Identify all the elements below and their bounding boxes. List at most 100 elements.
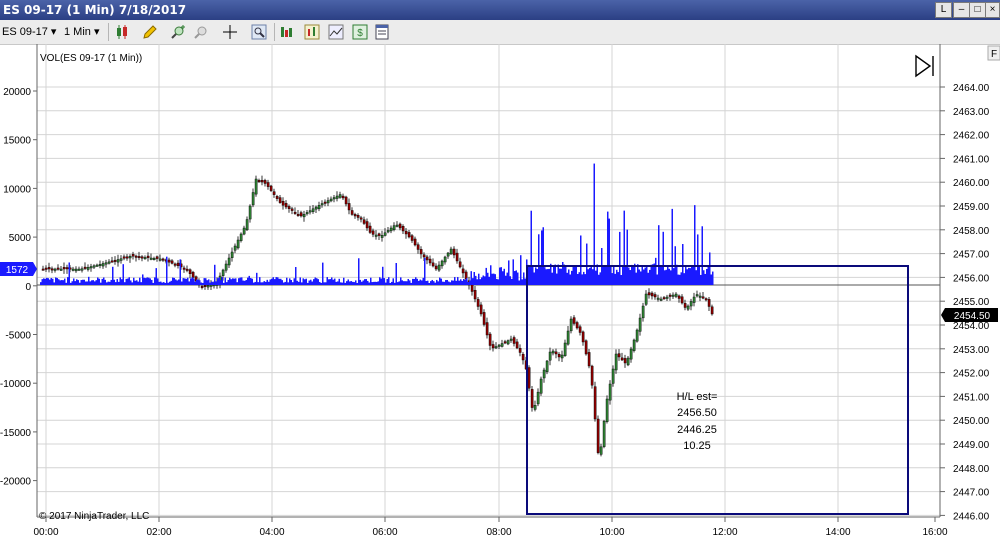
volume-bar xyxy=(403,281,405,285)
volume-bar xyxy=(517,272,519,285)
volume-bar xyxy=(472,278,474,285)
volume-bar xyxy=(490,265,492,285)
volume-bar xyxy=(175,279,177,285)
volume-bar xyxy=(341,282,343,285)
crosshair-icon[interactable] xyxy=(222,24,238,40)
volume-bar xyxy=(635,272,637,285)
candle-body xyxy=(101,263,105,267)
close-button[interactable]: × xyxy=(985,2,1000,18)
volume-bar xyxy=(457,277,459,285)
candle-body xyxy=(368,225,372,233)
volume-bar xyxy=(200,282,202,285)
f-button[interactable]: F xyxy=(987,45,1000,61)
volume-bar xyxy=(322,262,324,285)
volume-bar xyxy=(658,225,660,285)
candle-body xyxy=(317,204,321,210)
candle-body xyxy=(605,398,609,422)
zoom-out-icon[interactable] xyxy=(193,24,209,40)
candle-body xyxy=(503,341,507,344)
volume-bar xyxy=(428,282,430,285)
volume-bar xyxy=(370,277,372,285)
candle-body xyxy=(488,333,492,346)
indicators-icon[interactable] xyxy=(279,24,295,40)
volume-bar xyxy=(430,281,432,285)
strategies-icon[interactable] xyxy=(304,24,320,40)
volume-bar xyxy=(260,282,262,285)
candle-body xyxy=(365,221,369,229)
volume-bar xyxy=(131,282,133,285)
volume-bar xyxy=(566,272,568,285)
scroll-to-end-button[interactable] xyxy=(915,54,934,78)
candle-body xyxy=(572,317,576,324)
candlestick-icon[interactable] xyxy=(114,24,130,40)
volume-bar xyxy=(46,277,48,285)
volume-bar xyxy=(212,282,214,285)
volume-bar xyxy=(431,279,433,285)
candle-body xyxy=(485,322,489,336)
candle-body xyxy=(557,354,561,358)
volume-bar xyxy=(190,278,192,285)
volume-bar xyxy=(269,279,271,285)
volume-bar xyxy=(574,265,576,285)
volume-bar xyxy=(415,277,417,285)
volume-bar xyxy=(493,273,495,285)
volume-bar xyxy=(301,282,303,285)
volume-bar xyxy=(686,269,688,285)
properties-icon[interactable] xyxy=(374,24,390,40)
volume-bar xyxy=(71,281,73,285)
magnify-icon[interactable] xyxy=(251,24,267,40)
volume-bar xyxy=(68,262,70,285)
candle-body xyxy=(623,358,627,364)
chart-style-icon[interactable] xyxy=(328,24,344,40)
volume-bar xyxy=(433,281,435,285)
zoom-in-icon[interactable] xyxy=(170,24,186,40)
volume-bar xyxy=(85,281,87,285)
candle-body xyxy=(545,360,549,372)
price-chart[interactable]: 20000 15000 10000 5000 0 -5000 -10000 -15000 -20… xyxy=(0,44,1000,542)
price-tick-label: 2458.00 xyxy=(953,226,990,237)
volume-bar xyxy=(295,267,297,285)
volume-bar xyxy=(586,243,588,285)
volume-bar xyxy=(346,281,348,285)
minimize-button[interactable]: – xyxy=(953,2,970,18)
volume-bar xyxy=(515,270,517,285)
candle-body xyxy=(347,203,351,211)
link-button[interactable]: L xyxy=(935,2,952,18)
candle-body xyxy=(281,200,285,206)
candle-body xyxy=(542,369,546,379)
instrument-selector[interactable]: ES 09-17 ▾ xyxy=(2,25,56,38)
maximize-button[interactable]: □ xyxy=(969,2,986,18)
price-tick-label: 2459.00 xyxy=(953,202,990,213)
volume-bar xyxy=(397,282,399,285)
volume-bar xyxy=(505,275,507,285)
volume-bar xyxy=(554,264,556,285)
volume-bar xyxy=(419,279,421,285)
candle-body xyxy=(401,226,405,232)
volume-bar xyxy=(482,275,484,285)
candle-body xyxy=(266,182,270,187)
high-low-box[interactable] xyxy=(526,265,909,515)
candle-body xyxy=(221,269,225,276)
candle-body xyxy=(710,306,714,315)
pencil-icon[interactable] xyxy=(142,24,158,40)
volume-bar xyxy=(91,280,93,285)
volume-bar xyxy=(500,267,502,285)
volume-bar xyxy=(470,271,472,285)
volume-bar xyxy=(251,278,253,285)
candle-body xyxy=(446,252,450,257)
volume-bar xyxy=(296,280,298,285)
candle-body xyxy=(452,248,456,256)
candle-body xyxy=(434,265,438,270)
volume-bar xyxy=(290,280,292,285)
volume-bar xyxy=(410,282,412,285)
volume-bar xyxy=(512,259,514,285)
candle-body xyxy=(305,212,309,215)
candle-body xyxy=(80,268,84,271)
candle-body xyxy=(620,357,624,361)
volume-bar xyxy=(385,282,387,285)
interval-selector[interactable]: 1 Min ▾ xyxy=(64,25,99,38)
candle-body xyxy=(260,179,264,183)
dollar-icon[interactable]: $ xyxy=(352,24,368,40)
candle-body xyxy=(272,191,276,195)
indicator-label: VOL(ES 09-17 (1 Min)) xyxy=(40,53,142,64)
